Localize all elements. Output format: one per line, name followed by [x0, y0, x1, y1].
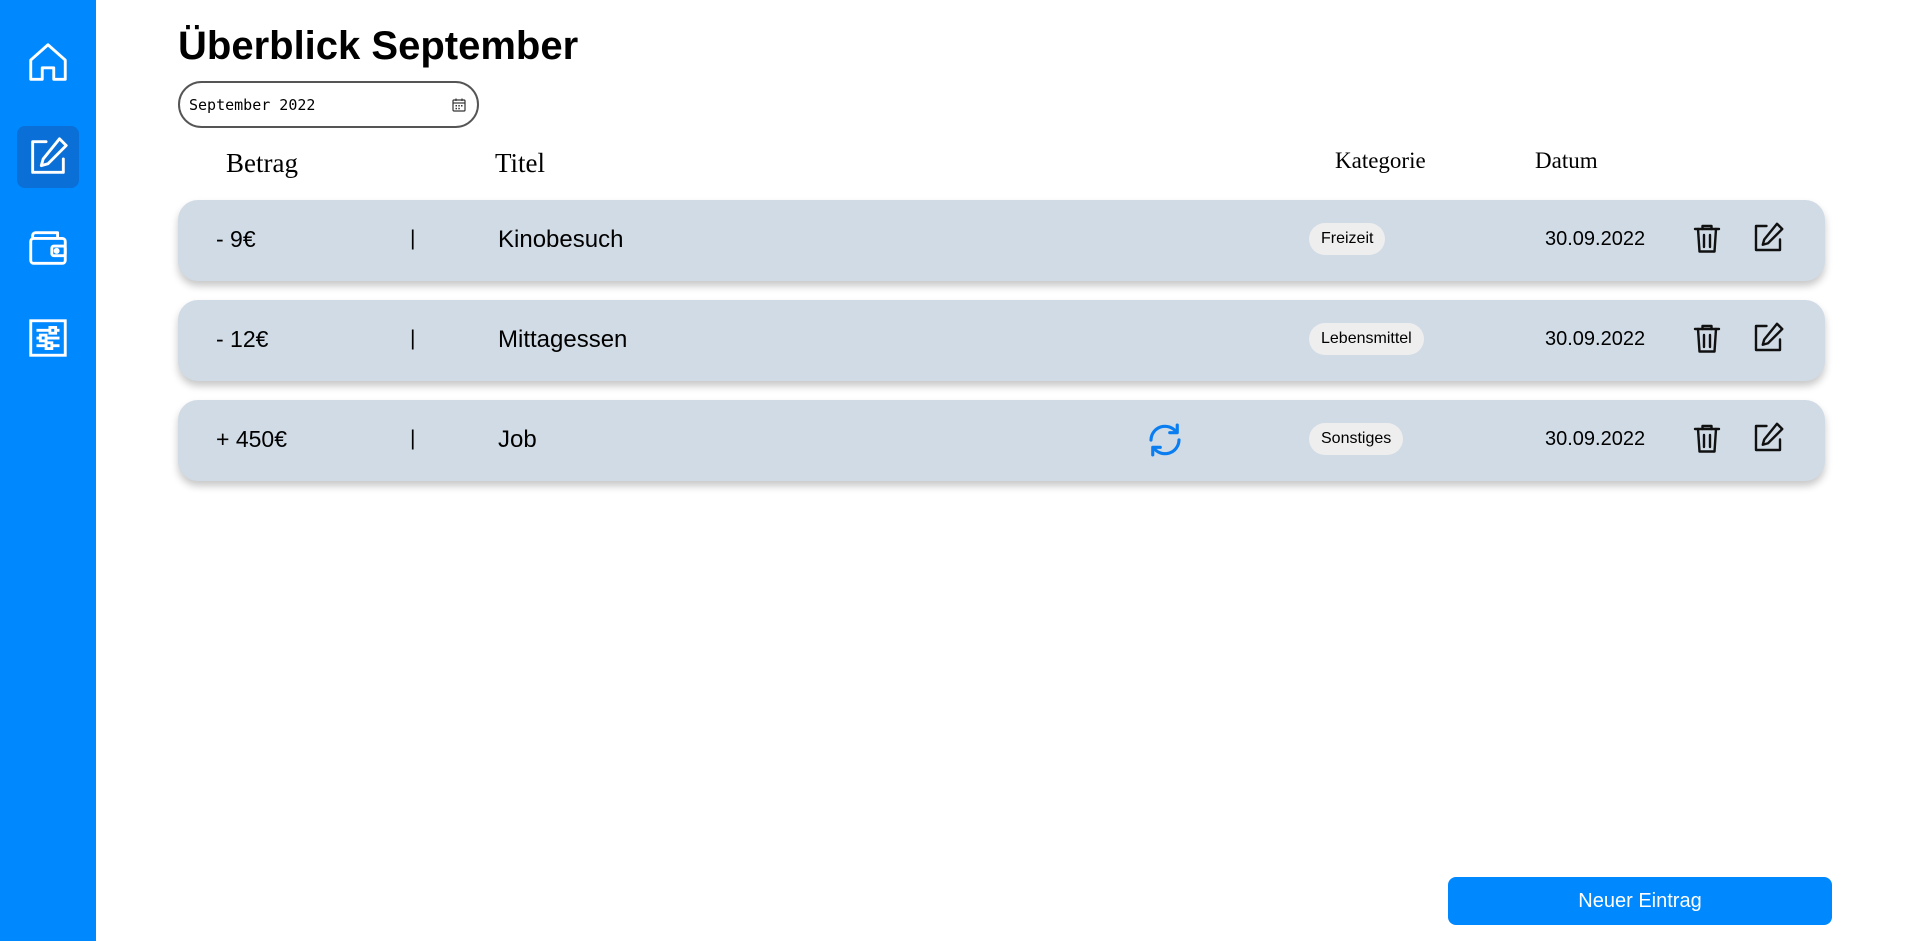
entry-title: Job	[498, 426, 537, 453]
sidebar	[0, 0, 96, 941]
entry-row[interactable]: + 450€ | Job Sonstiges 30.09.2022	[178, 400, 1825, 481]
sidebar-item-entries[interactable]	[17, 126, 79, 188]
column-header-betrag: Betrag	[226, 148, 298, 178]
entries-list: - 9€ | Kinobesuch Freizeit 30.09.2022 -	[178, 200, 1825, 500]
edit-icon[interactable]	[1750, 320, 1786, 356]
entry-separator: |	[410, 427, 416, 450]
column-header-kategorie: Kategorie	[1335, 148, 1426, 173]
category-badge: Sonstiges	[1309, 423, 1404, 455]
trash-icon[interactable]	[1689, 420, 1725, 456]
entry-separator: |	[410, 227, 416, 250]
page-title: Überblick September	[178, 24, 579, 68]
column-header-datum: Datum	[1535, 148, 1598, 173]
entry-date: 30.09.2022	[1545, 228, 1646, 250]
sidebar-item-home[interactable]	[17, 31, 79, 93]
calendar-icon[interactable]	[451, 97, 467, 113]
trash-icon[interactable]	[1689, 320, 1725, 356]
entry-title: Kinobesuch	[498, 226, 624, 253]
entry-title: Mittagessen	[498, 326, 628, 353]
entry-amount: + 450€	[216, 426, 287, 452]
main-content: Überblick September September 2022 Betra…	[96, 0, 1920, 941]
category-badge: Freizeit	[1309, 223, 1386, 255]
wallet-icon	[29, 231, 67, 265]
sidebar-item-wallet[interactable]	[17, 217, 79, 279]
sliders-icon	[29, 319, 67, 357]
entry-date: 30.09.2022	[1545, 328, 1646, 350]
entry-row[interactable]: - 12€ | Mittagessen Lebensmittel 30.09.2…	[178, 300, 1825, 381]
edit-icon	[31, 137, 68, 174]
column-header-titel: Titel	[495, 148, 546, 178]
entry-separator: |	[410, 327, 416, 350]
entry-amount: - 9€	[216, 226, 256, 252]
month-picker[interactable]: September 2022	[178, 81, 479, 128]
home-icon	[29, 43, 67, 81]
sidebar-item-settings[interactable]	[17, 307, 79, 369]
recurring-icon	[1144, 419, 1186, 461]
new-entry-button[interactable]: Neuer Eintrag	[1448, 877, 1832, 925]
entry-date: 30.09.2022	[1545, 428, 1646, 450]
edit-icon[interactable]	[1750, 220, 1786, 256]
entry-amount: - 12€	[216, 326, 269, 352]
category-badge: Lebensmittel	[1309, 323, 1424, 355]
trash-icon[interactable]	[1689, 220, 1725, 256]
edit-icon[interactable]	[1750, 420, 1786, 456]
month-picker-value[interactable]: September 2022	[189, 96, 451, 114]
entry-row[interactable]: - 9€ | Kinobesuch Freizeit 30.09.2022	[178, 200, 1825, 281]
